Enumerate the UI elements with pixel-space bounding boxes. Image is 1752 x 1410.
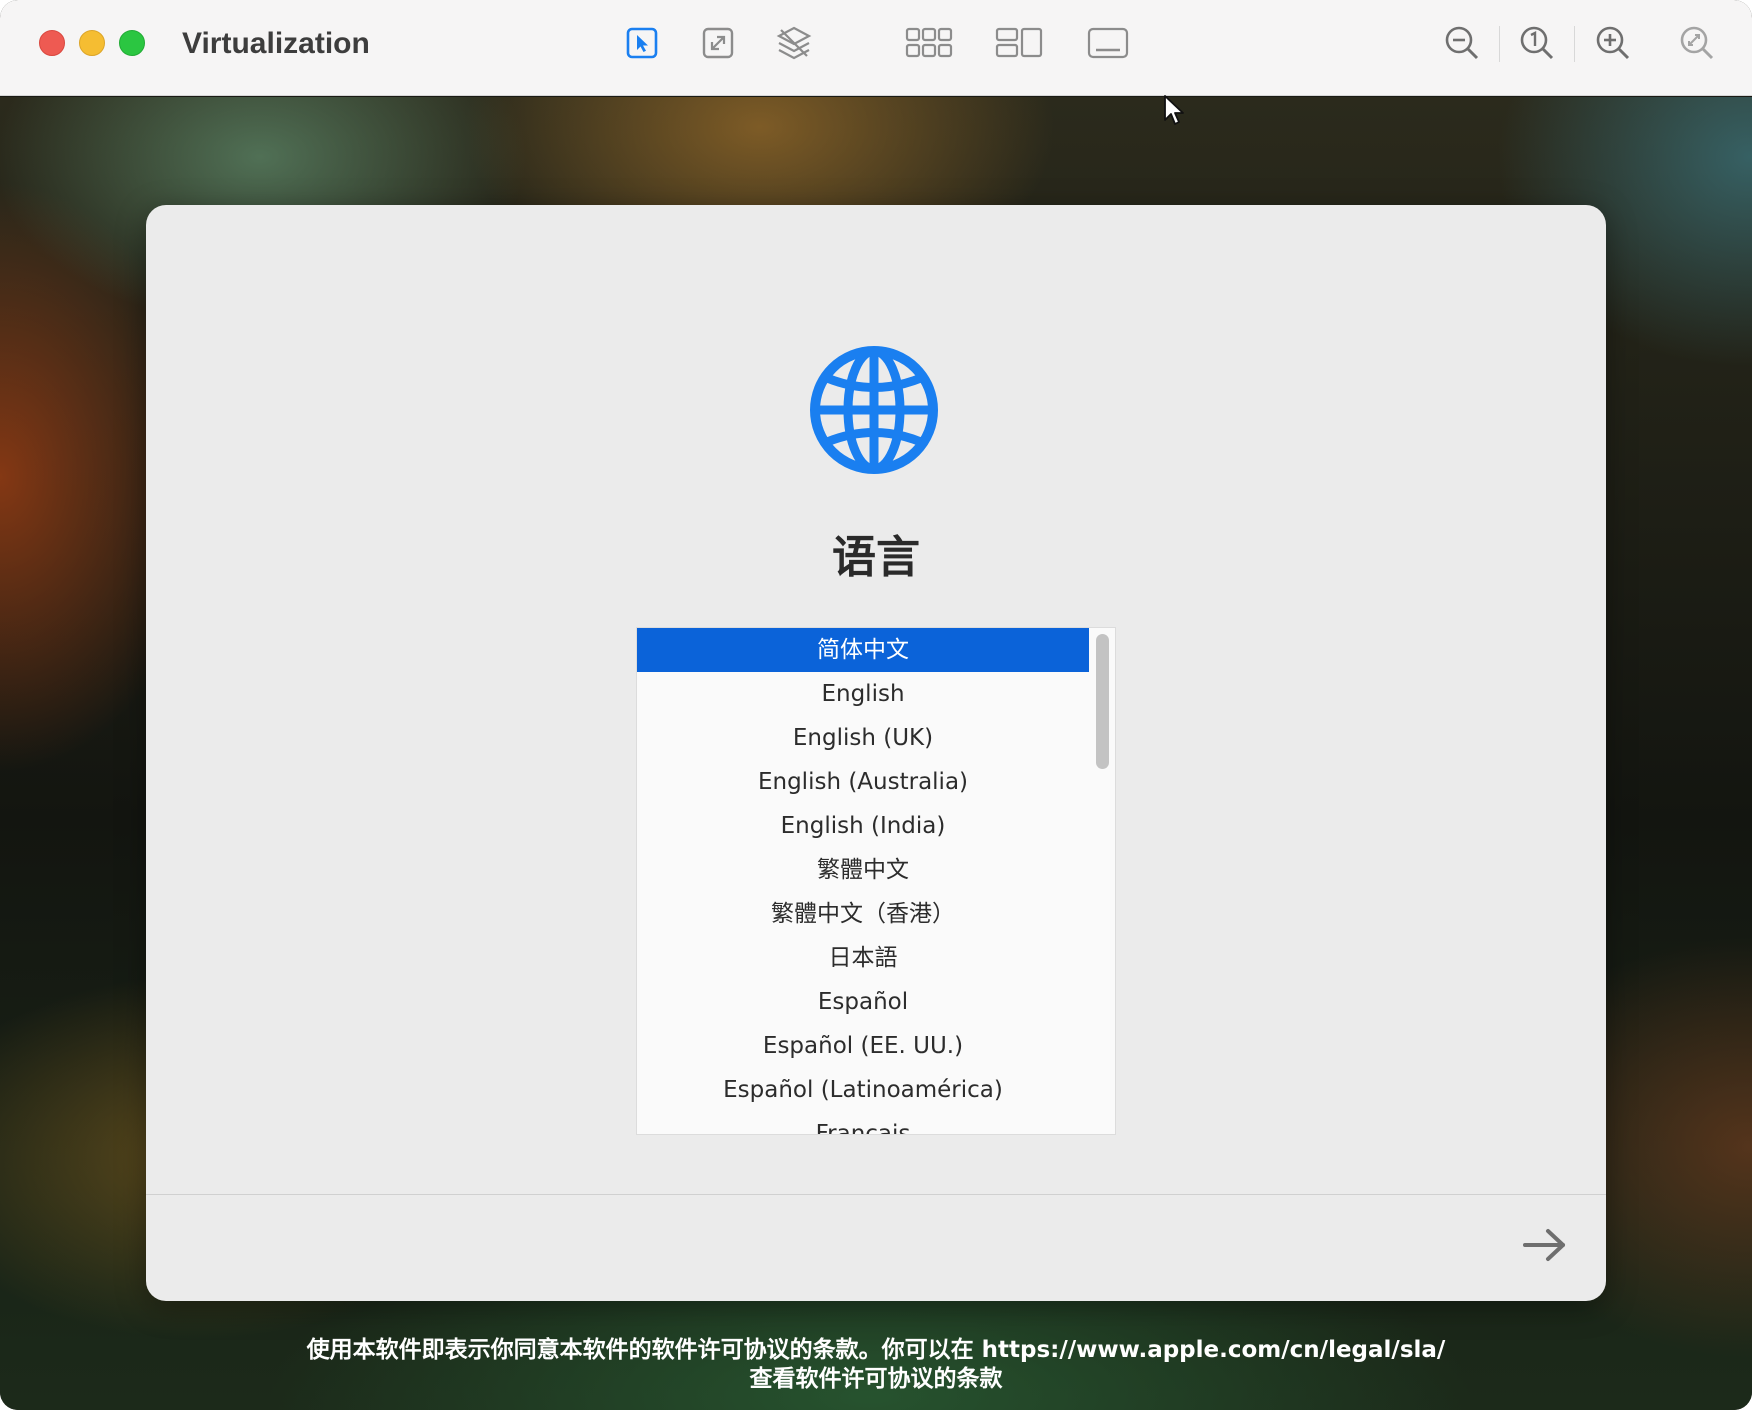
zoom-to-fit-button[interactable]	[1676, 22, 1718, 64]
language-option[interactable]: Español (EE. UU.)	[637, 1024, 1089, 1068]
resize-display-button[interactable]	[697, 22, 739, 64]
virtualization-window: Virtualization 语言 简体中文 English English (…	[0, 0, 1752, 1410]
split-view-button[interactable]	[995, 22, 1043, 64]
footer-divider	[146, 1194, 1606, 1195]
license-line-2: 查看软件许可协议的条款	[749, 1366, 1003, 1392]
language-option[interactable]: English	[637, 672, 1089, 716]
language-option[interactable]: 繁體中文	[637, 848, 1089, 892]
grid-icon	[905, 27, 953, 58]
zoom-out-button[interactable]	[1441, 22, 1483, 64]
globe-icon	[810, 346, 938, 474]
zoom-window-button[interactable]	[119, 30, 145, 56]
actual-size-icon	[1520, 26, 1554, 60]
display-icon	[1087, 27, 1129, 59]
license-notice: 使用本软件即表示你同意本软件的软件许可协议的条款。你可以在 https://ww…	[146, 1336, 1606, 1394]
scrollbar-thumb[interactable]	[1096, 634, 1109, 769]
grid-view-button[interactable]	[905, 22, 953, 64]
language-option[interactable]: English (Australia)	[637, 760, 1089, 804]
language-option[interactable]: 日本語	[637, 936, 1089, 980]
language-option[interactable]: Français	[637, 1112, 1089, 1134]
language-list[interactable]: 简体中文 English English (UK) English (Austr…	[636, 627, 1116, 1135]
zoom-in-icon	[1596, 26, 1630, 60]
resize-icon	[702, 27, 734, 59]
pointer-capture-button[interactable]	[621, 22, 663, 64]
mouse-cursor-icon	[1164, 95, 1184, 125]
window-title: Virtualization	[182, 27, 370, 60]
zoom-to-fit-icon	[1680, 26, 1714, 60]
language-option[interactable]: 繁體中文（香港）	[637, 892, 1089, 936]
zoom-in-button[interactable]	[1592, 22, 1634, 64]
minimize-window-button[interactable]	[79, 30, 105, 56]
actual-size-button[interactable]	[1516, 22, 1558, 64]
language-option[interactable]: Español (Latinoamérica)	[637, 1068, 1089, 1112]
toolbar-separator	[1574, 26, 1575, 62]
language-option[interactable]: English (UK)	[637, 716, 1089, 760]
layers-icon	[776, 26, 812, 60]
close-window-button[interactable]	[39, 30, 65, 56]
layers-button[interactable]	[773, 22, 815, 64]
titlebar: Virtualization	[0, 0, 1752, 96]
split-view-icon	[995, 27, 1043, 58]
license-line-1: 使用本软件即表示你同意本软件的软件许可协议的条款。你可以在 https://ww…	[306, 1337, 1446, 1363]
page-title: 语言	[832, 532, 920, 583]
display-button[interactable]	[1084, 22, 1132, 64]
arrow-right-icon	[1523, 1229, 1565, 1261]
pointer-icon	[626, 27, 658, 59]
language-option[interactable]: English (India)	[637, 804, 1089, 848]
continue-button[interactable]	[1520, 1222, 1570, 1268]
zoom-out-icon	[1445, 26, 1479, 60]
toolbar-separator	[1499, 26, 1500, 62]
language-option[interactable]: Español	[637, 980, 1089, 1024]
language-option-selected[interactable]: 简体中文	[637, 628, 1089, 672]
